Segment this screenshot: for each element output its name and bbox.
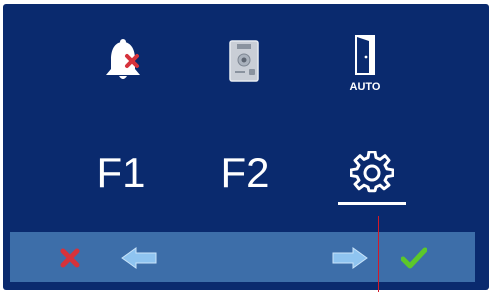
door-panel-icon (229, 40, 259, 82)
previous-button[interactable] (118, 244, 160, 272)
f1-label: F1 (96, 149, 146, 196)
door-auto-button[interactable]: AUTO (343, 32, 387, 96)
red-marker-line (378, 216, 379, 292)
confirm-button[interactable] (398, 244, 430, 272)
arrow-left-icon (120, 246, 158, 270)
auto-label: AUTO (349, 81, 381, 93)
f2-button[interactable]: F2 (216, 148, 274, 198)
next-button[interactable] (329, 244, 371, 272)
mute-bell-button[interactable] (97, 35, 149, 87)
confirm-check-icon (401, 247, 427, 269)
gear-icon (350, 151, 394, 195)
door-auto-icon (354, 34, 376, 76)
arrow-right-icon (331, 246, 369, 270)
f1-button[interactable]: F1 (92, 148, 150, 198)
door-panel-button[interactable] (218, 35, 270, 87)
settings-button[interactable] (346, 148, 398, 198)
f2-label: F2 (220, 149, 270, 196)
selection-underline (338, 202, 406, 205)
bell-mute-icon (102, 39, 144, 83)
cancel-button[interactable] (55, 244, 85, 272)
cancel-x-icon (59, 247, 81, 269)
